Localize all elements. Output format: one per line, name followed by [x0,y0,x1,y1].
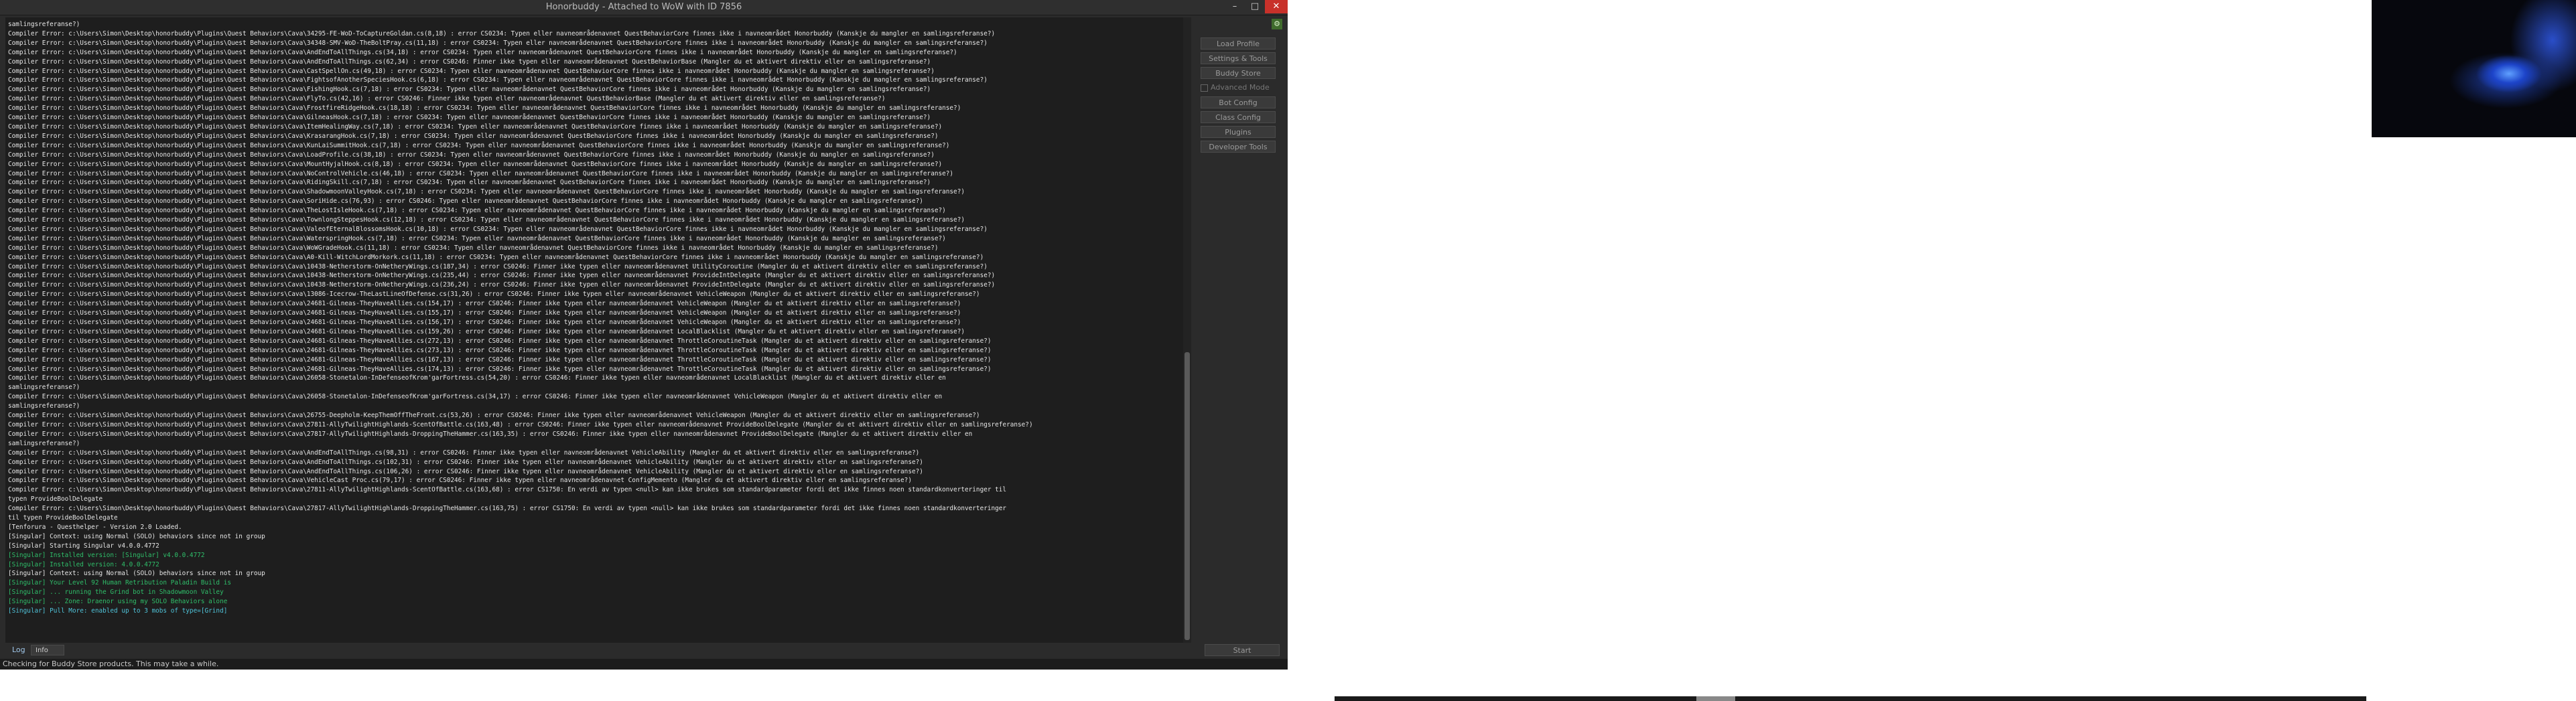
start-button[interactable]: Start [1205,644,1280,656]
log-line: Compiler Error: c:\Users\Simon\Desktop\h… [8,272,996,280]
taskbar[interactable] [1335,696,2366,701]
log-line: [Singular] Starting Singular v4.0.0.4772 [8,542,159,550]
log-line: Compiler Error: c:\Users\Simon\Desktop\h… [8,151,935,159]
honorbuddy-window: Honorbuddy - Attached to WoW with ID 785… [0,0,1288,670]
log-line: Compiler Error: c:\Users\Simon\Desktop\h… [8,207,946,215]
log-line: [Singular] Your Level 92 Human Retributi… [8,579,232,587]
buddy-store-button[interactable]: Buddy Store [1201,67,1276,79]
log-line: Compiler Error: c:\Users\Simon\Desktop\h… [8,188,965,196]
log-line: Compiler Error: c:\Users\Simon\Desktop\h… [8,76,988,84]
log-line: Compiler Error: c:\Users\Simon\Desktop\h… [8,39,988,47]
log-line: Compiler Error: c:\Users\Simon\Desktop\h… [8,141,950,149]
bottom-bar: Log Info Start [0,643,1288,657]
plugins-button[interactable]: Plugins [1201,126,1276,138]
log-line: [Singular] Context: using Normal (SOLO) … [8,570,265,578]
log-line: samlingsreferanse?) [8,21,80,28]
log-line: Compiler Error: c:\Users\Simon\Desktop\h… [8,505,1007,513]
close-icon[interactable]: ✕ [1265,0,1288,13]
log-line: Compiler Error: c:\Users\Simon\Desktop\h… [8,132,939,140]
log-line: Compiler Error: c:\Users\Simon\Desktop\h… [8,365,992,373]
log-line: Compiler Error: c:\Users\Simon\Desktop\h… [8,393,943,401]
log-line: Compiler Error: c:\Users\Simon\Desktop\h… [8,337,992,345]
log-line: Compiler Error: c:\Users\Simon\Desktop\h… [8,225,988,233]
log-line: Compiler Error: c:\Users\Simon\Desktop\h… [8,327,965,335]
sidebar: Load Profile Settings & Tools Buddy Stor… [1201,17,1284,620]
maximize-icon[interactable]: □ [1245,0,1265,13]
log-line: Compiler Error: c:\Users\Simon\Desktop\h… [8,29,996,37]
log-line: [Singular] Pull More: enabled up to 3 mo… [8,607,228,615]
bot-config-button[interactable]: Bot Config [1201,96,1276,108]
log-line: Compiler Error: c:\Users\Simon\Desktop\h… [8,48,957,56]
settings-tools-button[interactable]: Settings & Tools [1201,52,1276,64]
title-bar[interactable]: Honorbuddy - Attached to WoW with ID 785… [0,0,1288,15]
advanced-mode-checkbox[interactable]: Advanced Mode [1201,82,1276,94]
log-line: Compiler Error: c:\Users\Simon\Desktop\h… [8,198,923,206]
log-line: Compiler Error: c:\Users\Simon\Desktop\h… [8,95,886,103]
log-line: Compiler Error: c:\Users\Simon\Desktop\h… [8,420,1033,429]
log-scroll-thumb[interactable] [1184,352,1190,640]
log-lines: samlingsreferanse?) Compiler Error: c:\Us… [8,20,1182,616]
log-line: Compiler Error: c:\Users\Simon\Desktop\h… [8,244,939,252]
log-line: [Singular] Context: using Normal (SOLO) … [8,532,265,540]
log-line: Compiler Error: c:\Users\Simon\Desktop\h… [8,160,943,168]
window-title: Honorbuddy - Attached to WoW with ID 785… [545,2,742,12]
log-line: [Singular] ... running the Grind bot in … [8,589,224,597]
log-line: Compiler Error: c:\Users\Simon\Desktop\h… [8,253,984,261]
log-line: Compiler Error: c:\Users\Simon\Desktop\h… [8,300,961,308]
log-line: samlingsreferanse?) [8,439,80,447]
log-line: samlingsreferanse?) [8,384,80,392]
log-line: [Singular] ... Zone: Draenor using my SO… [8,598,228,606]
load-profile-button[interactable]: Load Profile [1201,37,1276,50]
log-line: Compiler Error: c:\Users\Simon\Desktop\h… [8,67,935,75]
log-line: Compiler Error: c:\Users\Simon\Desktop\h… [8,291,980,299]
log-line: Compiler Error: c:\Users\Simon\Desktop\h… [8,458,923,466]
log-line: Compiler Error: c:\Users\Simon\Desktop\h… [8,412,980,420]
log-line: Compiler Error: c:\Users\Simon\Desktop\h… [8,262,988,270]
log-line: Compiler Error: c:\Users\Simon\Desktop\h… [8,477,912,485]
log-line: Compiler Error: c:\Users\Simon\Desktop\h… [8,216,965,224]
log-line: til typen ProvideBoolDelegate [8,514,118,522]
desktop-wallpaper [2372,0,2576,137]
log-line: Compiler Error: c:\Users\Simon\Desktop\h… [8,86,931,94]
log-output[interactable]: samlingsreferanse?) Compiler Error: c:\Us… [5,17,1191,643]
tab-log[interactable]: Log [12,645,25,654]
log-line: Compiler Error: c:\Users\Simon\Desktop\h… [8,234,946,242]
log-line: Compiler Error: c:\Users\Simon\Desktop\h… [8,430,973,438]
log-line: Compiler Error: c:\Users\Simon\Desktop\h… [8,374,946,382]
log-line: Compiler Error: c:\Users\Simon\Desktop\h… [8,356,992,364]
log-line: Compiler Error: c:\Users\Simon\Desktop\h… [8,319,961,326]
log-line: Compiler Error: c:\Users\Simon\Desktop\h… [8,104,961,112]
log-line: Compiler Error: c:\Users\Simon\Desktop\h… [8,169,954,177]
log-line: Compiler Error: c:\Users\Simon\Desktop\h… [8,486,1007,494]
checkbox-box[interactable] [1201,84,1208,92]
log-line: Compiler Error: c:\Users\Simon\Desktop\h… [8,58,931,66]
log-scrollbar[interactable] [1183,17,1191,643]
developer-tools-button[interactable]: Developer Tools [1201,141,1276,153]
log-line: Compiler Error: c:\Users\Simon\Desktop\h… [8,123,943,131]
log-level-select[interactable]: Info [31,645,64,655]
log-line: Compiler Error: c:\Users\Simon\Desktop\h… [8,281,996,289]
log-line: typen ProvideBoolDelegate [8,495,103,503]
log-line: Compiler Error: c:\Users\Simon\Desktop\h… [8,114,931,122]
log-line: [Tenforura - Questhelper - Version 2.0 L… [8,523,182,531]
log-line: [Singular] Installed version: 4.0.0.4772 [8,560,159,568]
log-line: Compiler Error: c:\Users\Simon\Desktop\h… [8,346,992,354]
log-line: Compiler Error: c:\Users\Simon\Desktop\h… [8,467,923,475]
class-config-button[interactable]: Class Config [1201,111,1276,123]
status-bar: Checking for Buddy Store products. This … [0,659,1288,670]
minimize-icon[interactable]: – [1225,0,1245,13]
log-line: samlingsreferanse?) [8,402,80,410]
log-line: Compiler Error: c:\Users\Simon\Desktop\h… [8,309,961,317]
log-line: Compiler Error: c:\Users\Simon\Desktop\h… [8,179,931,187]
advanced-mode-label: Advanced Mode [1211,83,1270,92]
taskbar-active-item[interactable] [1696,696,1735,701]
log-line: Compiler Error: c:\Users\Simon\Desktop\h… [8,449,920,457]
log-line: [Singular] Installed version: [Singular]… [8,551,205,559]
